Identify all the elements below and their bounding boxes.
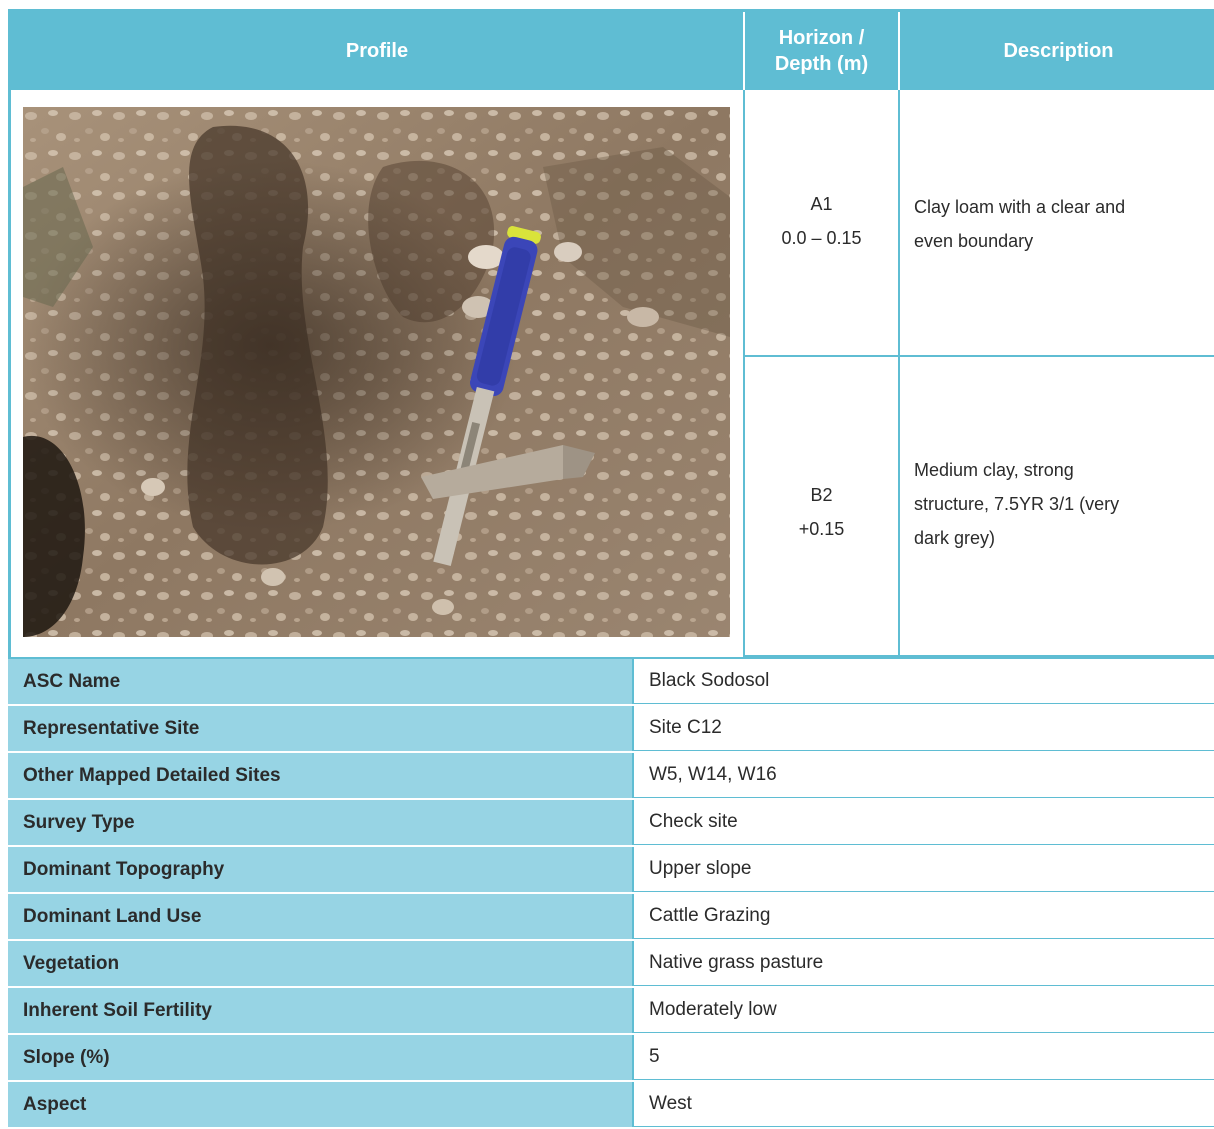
attribute-row: Dominant Land Use Cattle Grazing — [8, 894, 1214, 941]
horizon-depth: 0.0 – 0.15 — [781, 228, 862, 249]
horizon-b2-description: Medium clay, strong structure, 7.5YR 3/1… — [900, 357, 1214, 657]
header-horizon-line1: Horizon / — [778, 27, 865, 49]
attribute-value: W5, W14, W16 — [634, 753, 1214, 798]
description-line: structure, 7.5YR 3/1 (very — [914, 494, 1120, 515]
table-header-row: Profile Horizon / Depth (m) Description — [8, 9, 1214, 90]
attribute-label: Other Mapped Detailed Sites — [8, 753, 634, 798]
attribute-value: West — [634, 1082, 1214, 1127]
horizon-name: B2 — [810, 485, 833, 505]
description-line: even boundary — [914, 231, 1034, 252]
horizon-a1-description: Clay loam with a clear and even boundary — [900, 90, 1214, 357]
attribute-value: Black Sodosol — [634, 659, 1214, 704]
header-description: Description — [900, 12, 1214, 90]
attribute-label: Dominant Topography — [8, 847, 634, 892]
attribute-row: Slope (%) 5 — [8, 1035, 1214, 1082]
attribute-label: Slope (%) — [8, 1035, 634, 1080]
attribute-row: Other Mapped Detailed Sites W5, W14, W16 — [8, 753, 1214, 800]
horizon-depth: +0.15 — [798, 519, 845, 540]
attribute-value: Moderately low — [634, 988, 1214, 1033]
attribute-value: Upper slope — [634, 847, 1214, 892]
profile-table-body: A1 0.0 – 0.15 Clay loam with a clear and… — [8, 90, 1214, 657]
attribute-label: Survey Type — [8, 800, 634, 845]
header-profile: Profile — [11, 12, 745, 90]
attribute-value: 5 — [634, 1035, 1214, 1080]
description-line: dark grey) — [914, 528, 996, 549]
attribute-label: Dominant Land Use — [8, 894, 634, 939]
attribute-row: Inherent Soil Fertility Moderately low — [8, 988, 1214, 1035]
attribute-label: Vegetation — [8, 941, 634, 986]
soil-profile-sheet: Profile Horizon / Depth (m) Description — [8, 9, 1214, 1129]
description-line: Medium clay, strong — [914, 460, 1074, 480]
attribute-row: ASC Name Black Sodosol — [8, 659, 1214, 706]
horizon-name: A1 — [810, 194, 833, 214]
header-horizon-depth: Horizon / Depth (m) — [745, 12, 900, 90]
horizon-b2-cell: B2 +0.15 — [745, 357, 900, 657]
attribute-row: Representative Site Site C12 — [8, 706, 1214, 753]
attribute-row: Dominant Topography Upper slope — [8, 847, 1214, 894]
profile-photo-cell — [11, 90, 745, 657]
header-horizon-line2: Depth (m) — [774, 53, 869, 75]
attribute-value: Native grass pasture — [634, 941, 1214, 986]
attribute-label: Aspect — [8, 1082, 634, 1127]
soil-profile-photo — [23, 107, 730, 637]
attribute-value: Check site — [634, 800, 1214, 845]
site-attributes-table: ASC Name Black Sodosol Representative Si… — [8, 657, 1214, 1129]
attribute-label: Representative Site — [8, 706, 634, 751]
attribute-value: Cattle Grazing — [634, 894, 1214, 939]
attribute-row: Survey Type Check site — [8, 800, 1214, 847]
horizon-a1-cell: A1 0.0 – 0.15 — [745, 90, 900, 357]
attribute-value: Site C12 — [634, 706, 1214, 751]
attribute-label: ASC Name — [8, 659, 634, 704]
attribute-label: Inherent Soil Fertility — [8, 988, 634, 1033]
attribute-row: Vegetation Native grass pasture — [8, 941, 1214, 988]
description-line: Clay loam with a clear and — [914, 197, 1126, 217]
